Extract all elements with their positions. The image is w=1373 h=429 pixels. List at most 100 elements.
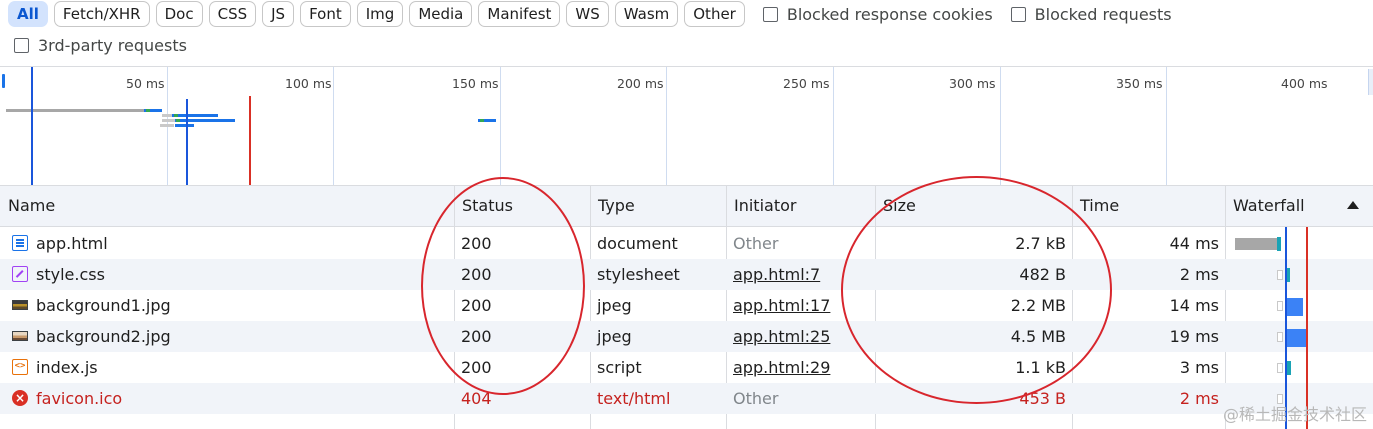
request-status: 200	[461, 327, 492, 346]
request-status: 200	[461, 296, 492, 315]
filter-chip-wasm[interactable]: Wasm	[614, 1, 679, 27]
watermark: @稀土掘金技术社区	[1222, 405, 1367, 424]
overview-left-handle[interactable]	[2, 74, 5, 88]
column-header-status[interactable]: Status	[454, 186, 590, 226]
filter-chip-all[interactable]: All	[8, 1, 48, 27]
timeline-gridline	[833, 67, 834, 185]
waterfall-bar	[1235, 238, 1277, 250]
column-header-size[interactable]: Size	[875, 186, 1072, 226]
stylesheet-icon	[12, 266, 28, 282]
table-row-error[interactable]: × favicon.ico 404 text/html Other 453 B …	[0, 383, 1373, 414]
network-request-table: Name Status Type Initiator Size Time Wat…	[0, 186, 1373, 429]
request-initiator: Other	[733, 389, 779, 408]
request-type: jpeg	[597, 296, 632, 315]
checkbox-label: Blocked response cookies	[786, 4, 993, 24]
column-header-time[interactable]: Time	[1072, 186, 1225, 226]
filter-chip-css[interactable]: CSS	[208, 1, 257, 27]
timeline-tick-label: 150 ms	[452, 76, 499, 91]
waterfall-load-line	[1306, 227, 1308, 429]
network-filter-bar: All Fetch/XHR Doc CSS JS Font Img Media …	[0, 0, 1373, 66]
filter-chip-fetch-xhr[interactable]: Fetch/XHR	[53, 1, 150, 27]
request-size: 1.1 kB	[1015, 358, 1066, 377]
column-header-initiator[interactable]: Initiator	[726, 186, 875, 226]
waterfall-bar	[1277, 237, 1281, 251]
request-status: 404	[461, 389, 492, 408]
column-header-waterfall-label: Waterfall	[1233, 196, 1305, 215]
document-icon	[12, 235, 28, 251]
request-time: 19 ms	[1169, 327, 1219, 346]
network-overview-timeline[interactable]: 50 ms 100 ms 150 ms 200 ms 250 ms 300 ms…	[0, 66, 1373, 186]
checkbox-label: Blocked requests	[1034, 4, 1172, 24]
request-size: 2.2 MB	[1010, 296, 1066, 315]
timeline-tick-label: 350 ms	[1116, 76, 1163, 91]
error-icon: ×	[12, 390, 28, 406]
request-time: 3 ms	[1179, 358, 1219, 377]
timeline-gridline	[333, 67, 334, 185]
filter-chip-doc[interactable]: Doc	[155, 1, 203, 27]
image-icon	[12, 300, 28, 310]
overview-request-bar	[174, 114, 178, 117]
overview-request-bar	[160, 124, 174, 127]
request-initiator-link[interactable]: app.html:7	[733, 259, 820, 290]
request-initiator-link[interactable]: app.html:29	[733, 352, 830, 383]
column-header-waterfall[interactable]: Waterfall	[1225, 186, 1373, 226]
table-row[interactable]: background2.jpg 200 jpeg app.html:25 4.5…	[0, 321, 1373, 352]
checkbox-box[interactable]	[762, 6, 778, 22]
timeline-gridline	[500, 67, 501, 185]
sort-ascending-icon	[1347, 201, 1359, 209]
overview-request-bar	[175, 119, 235, 122]
column-header-name[interactable]: Name	[0, 186, 454, 226]
timeline-tick-label: 100 ms	[285, 76, 332, 91]
request-type: jpeg	[597, 327, 632, 346]
overview-marker-line	[31, 67, 33, 185]
request-name[interactable]: index.js	[36, 352, 98, 383]
filter-chip-manifest[interactable]: Manifest	[478, 1, 561, 27]
table-row[interactable]: <> index.js 200 script app.html:29 1.1 k…	[0, 352, 1373, 383]
request-size: 2.7 kB	[1015, 234, 1066, 253]
request-initiator-link[interactable]: app.html:17	[733, 290, 830, 321]
timeline-tick-label: 200 ms	[617, 76, 664, 91]
resource-type-filters: All Fetch/XHR Doc CSS JS Font Img Media …	[8, 0, 1172, 28]
request-name[interactable]: favicon.ico	[36, 383, 122, 414]
table-row[interactable]: background1.jpg 200 jpeg app.html:17 2.2…	[0, 290, 1373, 321]
filter-chip-js[interactable]: JS	[262, 1, 295, 27]
request-type: stylesheet	[597, 265, 680, 284]
overview-request-bar	[175, 124, 194, 127]
request-name[interactable]: style.css	[36, 259, 105, 290]
filter-chip-ws[interactable]: WS	[566, 1, 609, 27]
request-name[interactable]: background2.jpg	[36, 321, 171, 352]
request-name[interactable]: app.html	[36, 228, 108, 259]
filter-chip-font[interactable]: Font	[300, 1, 351, 27]
image-icon	[12, 331, 28, 341]
third-party-requests-checkbox[interactable]: 3rd-party requests	[14, 36, 187, 55]
overview-request-bar	[162, 119, 176, 122]
overview-request-bar	[480, 119, 484, 122]
overview-request-bar	[172, 114, 218, 117]
overview-request-bar	[6, 109, 144, 112]
filter-chip-other[interactable]: Other	[684, 1, 745, 27]
request-time: 2 ms	[1179, 389, 1219, 408]
waterfall-bar	[1286, 298, 1303, 316]
request-type: text/html	[597, 389, 671, 408]
checkbox-box[interactable]	[1010, 6, 1026, 22]
column-header-type[interactable]: Type	[590, 186, 726, 226]
request-time: 2 ms	[1179, 265, 1219, 284]
overview-request-bar	[176, 119, 180, 122]
dom-content-loaded-marker	[186, 99, 188, 185]
checkbox-box[interactable]	[14, 38, 29, 53]
table-header: Name Status Type Initiator Size Time Wat…	[0, 186, 1373, 227]
request-status: 200	[461, 358, 492, 377]
overview-right-handle[interactable]	[1368, 69, 1373, 95]
request-type: document	[597, 234, 678, 253]
request-time: 44 ms	[1169, 234, 1219, 253]
blocked-requests-checkbox[interactable]: Blocked requests	[1010, 4, 1172, 24]
load-event-marker	[249, 96, 251, 185]
request-name[interactable]: background1.jpg	[36, 290, 171, 321]
filter-chip-media[interactable]: Media	[409, 1, 473, 27]
request-initiator-link[interactable]: app.html:25	[733, 321, 830, 352]
table-row[interactable]: app.html 200 document Other 2.7 kB 44 ms	[0, 228, 1373, 259]
table-row[interactable]: style.css 200 stylesheet app.html:7 482 …	[0, 259, 1373, 290]
blocked-response-cookies-checkbox[interactable]: Blocked response cookies	[762, 4, 993, 24]
request-size: 482 B	[1019, 265, 1066, 284]
filter-chip-img[interactable]: Img	[356, 1, 404, 27]
